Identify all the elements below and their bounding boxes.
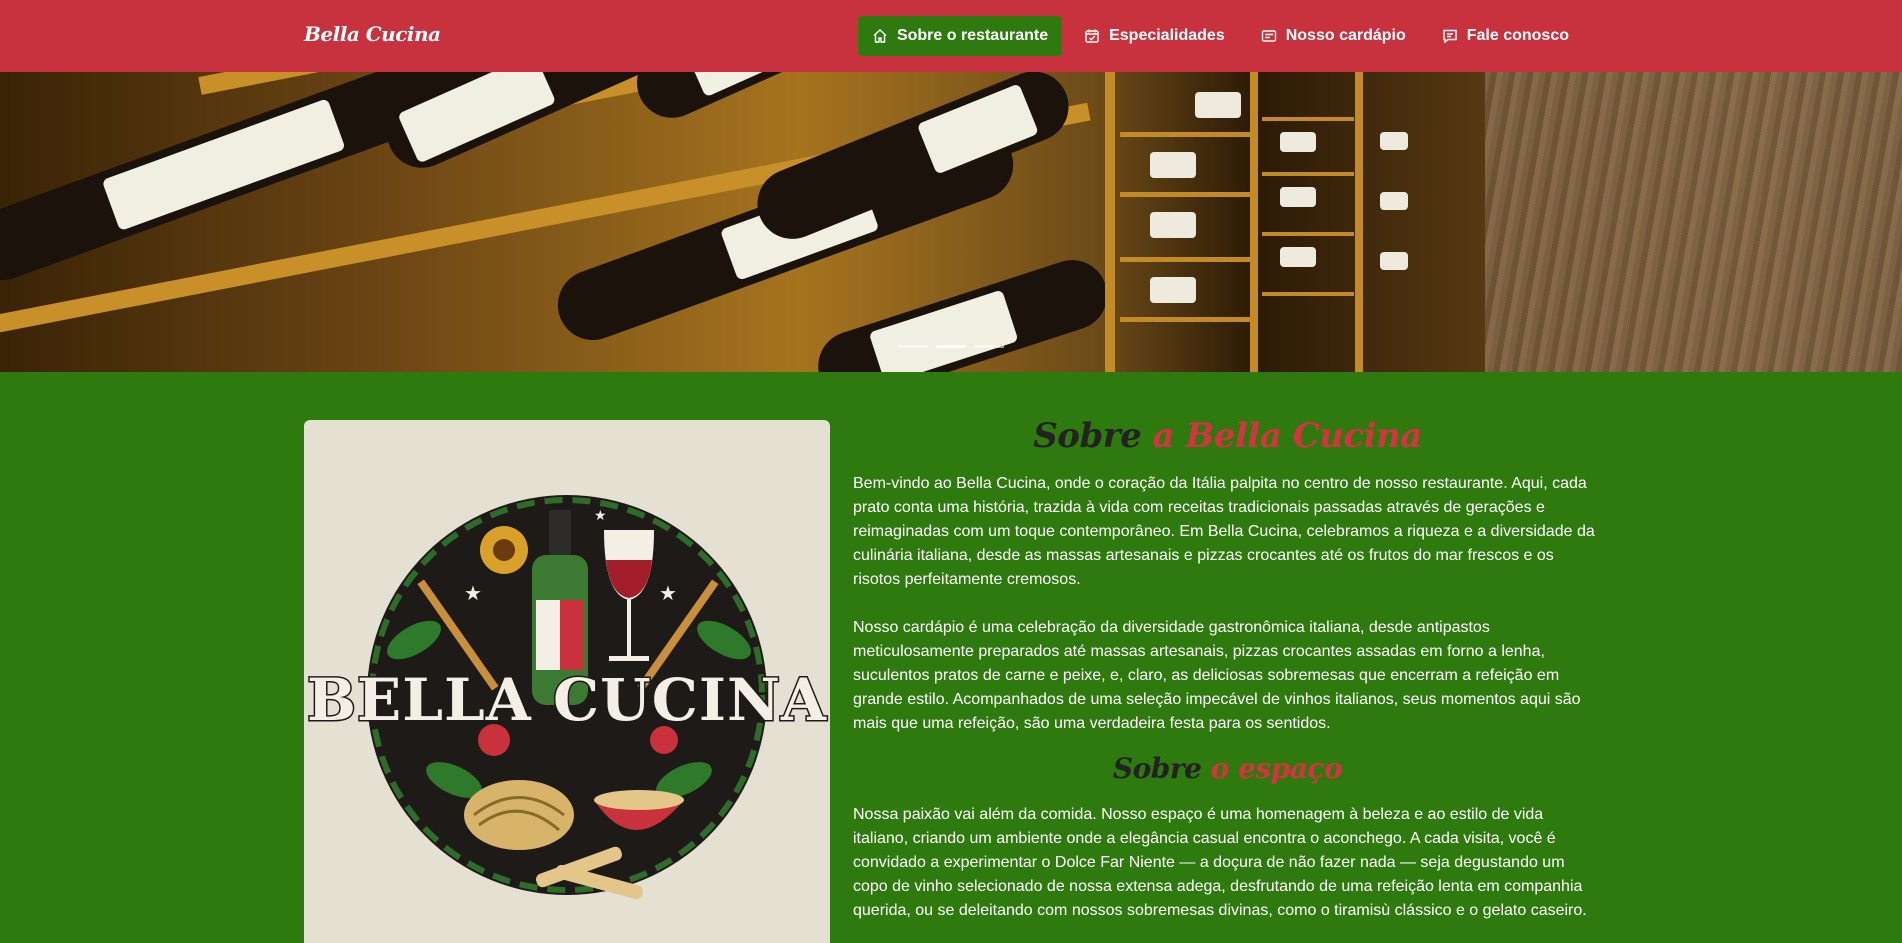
about-section: Sobre a Bella Cucina Bem-vindo ao Bella … — [853, 412, 1602, 923]
logo-card: ★ ★ ★ BELLA CUCINA — [304, 420, 830, 943]
list-card-icon — [1261, 30, 1276, 42]
carousel-indicator[interactable] — [898, 345, 928, 348]
title-dark-part: Sobre — [1033, 416, 1142, 456]
nav-label: Especialidades — [1109, 27, 1225, 44]
title-red-part: o espaço — [1210, 752, 1343, 785]
brand-logo-text[interactable]: Bella Cucina — [304, 22, 441, 46]
calendar-check-icon — [1085, 29, 1099, 43]
nav-item-cardapio[interactable]: Nosso cardápio — [1247, 16, 1420, 56]
carousel-indicator[interactable] — [974, 345, 1004, 348]
hero-carousel — [0, 72, 1902, 372]
navbar: Bella Cucina Sobre o restaurante Especia… — [0, 0, 1902, 72]
nav-label: Sobre o restaurante — [896, 27, 1049, 44]
nav-label: Nosso cardápio — [1285, 27, 1406, 44]
svg-text:★: ★ — [594, 508, 607, 524]
carousel-indicators — [0, 345, 1902, 348]
chat-icon — [1443, 29, 1457, 44]
nav-label: Fale conosco — [1466, 27, 1569, 44]
about-paragraph-1: Bem-vindo ao Bella Cucina, onde o coraçã… — [853, 475, 1595, 588]
main-nav: Sobre o restaurante Especialidades Nosso… — [857, 16, 1583, 56]
home-icon — [873, 29, 887, 43]
nav-item-contato[interactable]: Fale conosco — [1428, 16, 1583, 56]
carousel-indicator-active[interactable] — [936, 345, 966, 348]
space-paragraph-1: Nossa paixão vai além da comida. Nosso e… — [853, 806, 1587, 919]
space-title: Sobre o espaço — [853, 752, 1602, 785]
logo-text: BELLA CUCINA — [307, 666, 827, 734]
svg-text:★: ★ — [659, 581, 677, 605]
bella-cucina-logo-image: ★ ★ ★ BELLA CUCINA — [305, 495, 828, 900]
about-title: Sobre a Bella Cucina — [853, 416, 1602, 456]
nav-item-sobre[interactable]: Sobre o restaurante — [857, 16, 1063, 56]
about-paragraph-2: Nosso cardápio é uma celebração da diver… — [853, 619, 1581, 732]
svg-text:★: ★ — [464, 581, 482, 605]
title-red-part: a Bella Cucina — [1152, 416, 1423, 456]
nav-item-especialidades[interactable]: Especialidades — [1070, 16, 1239, 56]
title-dark-part: Sobre — [1112, 752, 1202, 785]
